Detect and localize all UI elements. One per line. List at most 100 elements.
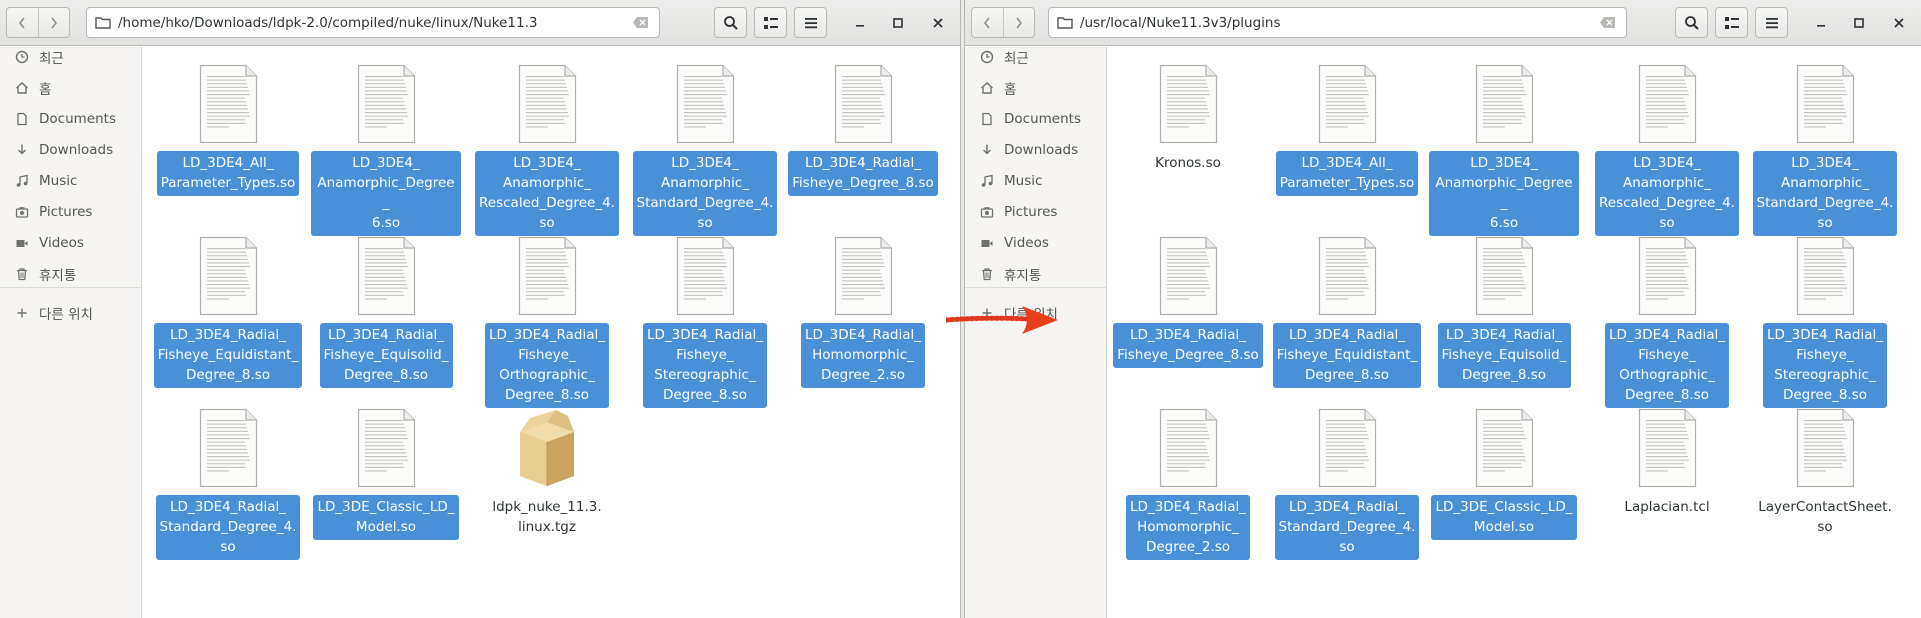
sidebar-item[interactable]: Music [965,166,1107,196]
sidebar-item[interactable]: Downloads [965,135,1107,165]
sidebar-item[interactable]: 최근 [965,42,1107,72]
document-icon [516,236,578,316]
minimize-button[interactable] [1810,12,1832,34]
file-name: LD_3DE4_Radial_ Homomorphic_ Degree_2.so [1126,495,1250,560]
close-icon [933,18,943,28]
file-name: LD_3DE4_All_ Parameter_Types.so [156,151,300,196]
maximize-icon [1854,18,1864,28]
file-name: LD_3DE4_Radial_ Fisheye_ Stereographic_ Deg… [643,323,767,408]
document-icon [1157,408,1219,488]
sidebar-item[interactable]: Pictures [965,197,1107,227]
file-name: ldpk_nuke_11.3. linux.tgz [492,499,602,535]
file-manager-window-right: /usr/local/Nuke11.3v3/plugins 최근홈 Documen… [964,0,1921,618]
view-mode-button[interactable] [1715,7,1748,38]
sidebar-item[interactable]: Videos [0,228,142,258]
sidebar-item[interactable]: 최근 [0,42,142,72]
file-item[interactable]: LD_3DE4_All_ Parameter_Types.so [1272,47,1422,196]
file-item[interactable]: LD_3DE4_ Anamorphic_ Standard_Degree_4. so [1750,47,1900,236]
close-button[interactable] [1888,12,1910,34]
document-icon [1473,236,1535,316]
sidebar-item[interactable]: Documents [965,104,1107,134]
sidebar-item[interactable]: 홈 [0,73,142,103]
sidebar-item[interactable]: Downloads [0,135,142,165]
file-item[interactable]: LD_3DE4_Radial_ Homomorphic_ Degree_2.so [1113,391,1263,560]
video-icon [15,236,29,250]
view-mode-button[interactable] [754,7,787,38]
file-item[interactable]: LD_3DE4_ Anamorphic_Degree_ 6.so [311,47,461,236]
back-button[interactable] [7,8,39,37]
clear-icon[interactable] [632,16,649,29]
file-name: LD_3DE4_Radial_ Fisheye_Equidistant_ Degre… [1272,323,1422,388]
file-item[interactable]: LD_3DE_Classic_LD_ Model.so [311,391,461,540]
chevron-right-icon [1016,17,1022,28]
maximize-button[interactable] [887,12,909,34]
file-item[interactable]: Kronos.so [1113,47,1263,176]
navigation-buttons [971,7,1035,38]
file-name: LD_3DE4_Radial_ Fisheye_Degree_8.so [788,151,938,196]
forward-button[interactable] [39,8,70,37]
file-item[interactable]: LD_3DE4_Radial_ Fisheye_ Stereographic_ Deg… [1750,219,1900,408]
file-name: LD_3DE4_Radial_ Fisheye_Equisolid_ Degree_… [319,323,453,388]
location-bar[interactable]: /usr/local/Nuke11.3v3/plugins [1048,7,1627,38]
document-icon [1794,64,1856,144]
hamburger-menu-icon [1765,17,1778,28]
file-item[interactable]: LD_3DE_Classic_LD_ Model.so [1429,391,1579,540]
file-item[interactable]: LD_3DE4_Radial_ Fisheye_ Orthographic_ Degr… [472,219,622,408]
file-item[interactable]: LD_3DE4_Radial_ Fisheye_Equisolid_ Degree_… [311,219,461,388]
forward-button[interactable] [1004,8,1035,37]
file-item[interactable]: LD_3DE4_Radial_ Fisheye_Equidistant_ Degre… [153,219,303,388]
file-item[interactable]: LD_3DE4_ Anamorphic_ Rescaled_Degree_4. so [472,47,622,236]
sidebar-item[interactable]: 휴지통 [965,259,1107,289]
maximize-icon [893,18,903,28]
file-item[interactable]: LD_3DE4_ Anamorphic_ Rescaled_Degree_4. so [1592,47,1742,236]
file-item[interactable]: LD_3DE4_ Anamorphic_ Standard_Degree_4. so [630,47,780,236]
sidebar-item-label: Pictures [39,204,93,220]
list-view-icon [763,16,778,29]
file-item[interactable]: LD_3DE4_Radial_ Homomorphic_ Degree_2.so [788,219,938,388]
sidebar-item[interactable]: 다른 위치 [0,298,142,328]
list-view-icon [1724,16,1739,29]
document-icon [197,236,259,316]
close-button[interactable] [927,12,949,34]
search-button[interactable] [714,7,747,38]
menu-button[interactable] [794,7,827,38]
search-button[interactable] [1675,7,1708,38]
clear-icon[interactable] [1599,16,1616,29]
file-item[interactable]: LD_3DE4_Radial_ Fisheye_Equidistant_ Degre… [1272,219,1422,388]
sidebar-item-label: 최근 [1004,51,1029,67]
file-item[interactable]: Laplacian.tcl [1592,391,1742,520]
document-icon [1316,64,1378,144]
file-item[interactable]: LD_3DE4_Radial_ Fisheye_Equisolid_ Degree_… [1429,219,1579,388]
menu-button[interactable] [1755,7,1788,38]
sidebar-separator [0,287,142,288]
music-icon [980,174,994,188]
back-button[interactable] [972,8,1004,37]
location-bar[interactable]: /home/hko/Downloads/ldpk-2.0/compiled/nu… [86,7,660,38]
sidebar-item[interactable]: 휴지통 [0,259,142,289]
file-item[interactable]: ldpk_nuke_11.3. linux.tgz [472,391,622,540]
sidebar-item[interactable]: Documents [0,104,142,134]
minimize-button[interactable] [849,12,871,34]
file-item[interactable]: LD_3DE4_Radial_ Fisheye_Degree_8.so [788,47,938,196]
file-item[interactable]: LD_3DE4_ Anamorphic_Degree_ 6.so [1429,47,1579,236]
chevron-left-icon [19,17,25,28]
sidebar-item[interactable]: Videos [965,228,1107,258]
sidebar-item[interactable]: Pictures [0,197,142,227]
header-bar: /home/hko/Downloads/ldpk-2.0/compiled/nu… [0,0,960,46]
document-icon [1636,64,1698,144]
file-item[interactable]: LD_3DE4_Radial_ Fisheye_Degree_8.so [1113,219,1263,368]
sidebar-item[interactable]: 다른 위치 [965,298,1107,328]
hamburger-menu-icon [804,17,817,28]
file-item[interactable]: LD_3DE4_Radial_ Standard_Degree_4. so [153,391,303,560]
file-item[interactable]: LD_3DE4_Radial_ Fisheye_ Stereographic_ Deg… [630,219,780,408]
file-item[interactable]: LD_3DE4_Radial_ Standard_Degree_4. so [1272,391,1422,560]
document-icon [1794,236,1856,316]
file-item[interactable]: LD_3DE4_Radial_ Fisheye_ Orthographic_ Degr… [1592,219,1742,408]
file-name: LD_3DE4_Radial_ Fisheye_Degree_8.so [1113,323,1263,368]
document-icon [197,408,259,488]
maximize-button[interactable] [1848,12,1870,34]
sidebar-item[interactable]: 홈 [965,73,1107,103]
file-item[interactable]: LayerContactSheet. so [1750,391,1900,540]
sidebar-item[interactable]: Music [0,166,142,196]
file-item[interactable]: LD_3DE4_All_ Parameter_Types.so [153,47,303,196]
